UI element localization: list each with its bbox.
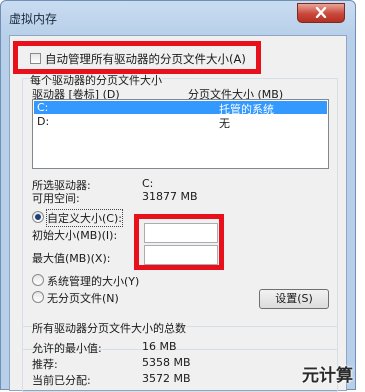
drive-list[interactable]: C: 托管的系统 D: 无: [32, 99, 329, 169]
list-item-drive[interactable]: D:: [37, 115, 49, 128]
custom-size-radio[interactable]: [32, 211, 44, 223]
recommended-value: 5358 MB: [142, 356, 191, 369]
close-button[interactable]: [297, 3, 345, 23]
no-paging-file-radio[interactable]: [32, 291, 44, 303]
highlight-size-inputs: [134, 214, 224, 270]
recommended-label: 推荐:: [32, 358, 58, 371]
min-allowed-label: 允许的最小值:: [32, 342, 102, 355]
free-space-label: 可用空间:: [32, 192, 80, 205]
window-title: 虚拟内存: [9, 12, 58, 26]
highlight-auto-manage: [13, 41, 261, 74]
min-allowed-value: 16 MB: [142, 340, 177, 353]
initial-size-label: 初始大小(MB)(I):: [32, 229, 118, 242]
max-size-label: 最大值(MB)(X):: [32, 252, 111, 265]
system-managed-radio[interactable]: [32, 274, 44, 286]
selected-drive-value: C:: [142, 177, 154, 190]
title-bar[interactable]: 虚拟内存: [1, 1, 355, 35]
system-managed-label[interactable]: 系统管理的大小(Y): [47, 273, 139, 289]
dialog-client-area: 自动管理所有驱动器的分页文件大小(A) 每个驱动器的分页文件大小 驱动器 [卷标…: [9, 35, 347, 392]
currently-allocated-value: 3572 MB: [142, 372, 191, 385]
custom-size-label[interactable]: 自定义大小(C):: [46, 209, 123, 227]
totals-caption: 所有驱动器分页文件大小的总数: [32, 320, 186, 336]
list-item-drive: C:: [37, 101, 49, 114]
no-paging-file-label[interactable]: 无分页文件(N): [47, 290, 119, 306]
set-button[interactable]: 设置(S): [259, 289, 329, 309]
close-icon: [315, 7, 327, 18]
list-item-c-selected[interactable]: [34, 101, 327, 114]
currently-allocated-label: 当前已分配:: [32, 374, 91, 387]
list-item-size[interactable]: 无: [219, 115, 230, 131]
free-space-value: 31877 MB: [142, 190, 198, 203]
watermark-text: 元计算: [302, 366, 353, 386]
